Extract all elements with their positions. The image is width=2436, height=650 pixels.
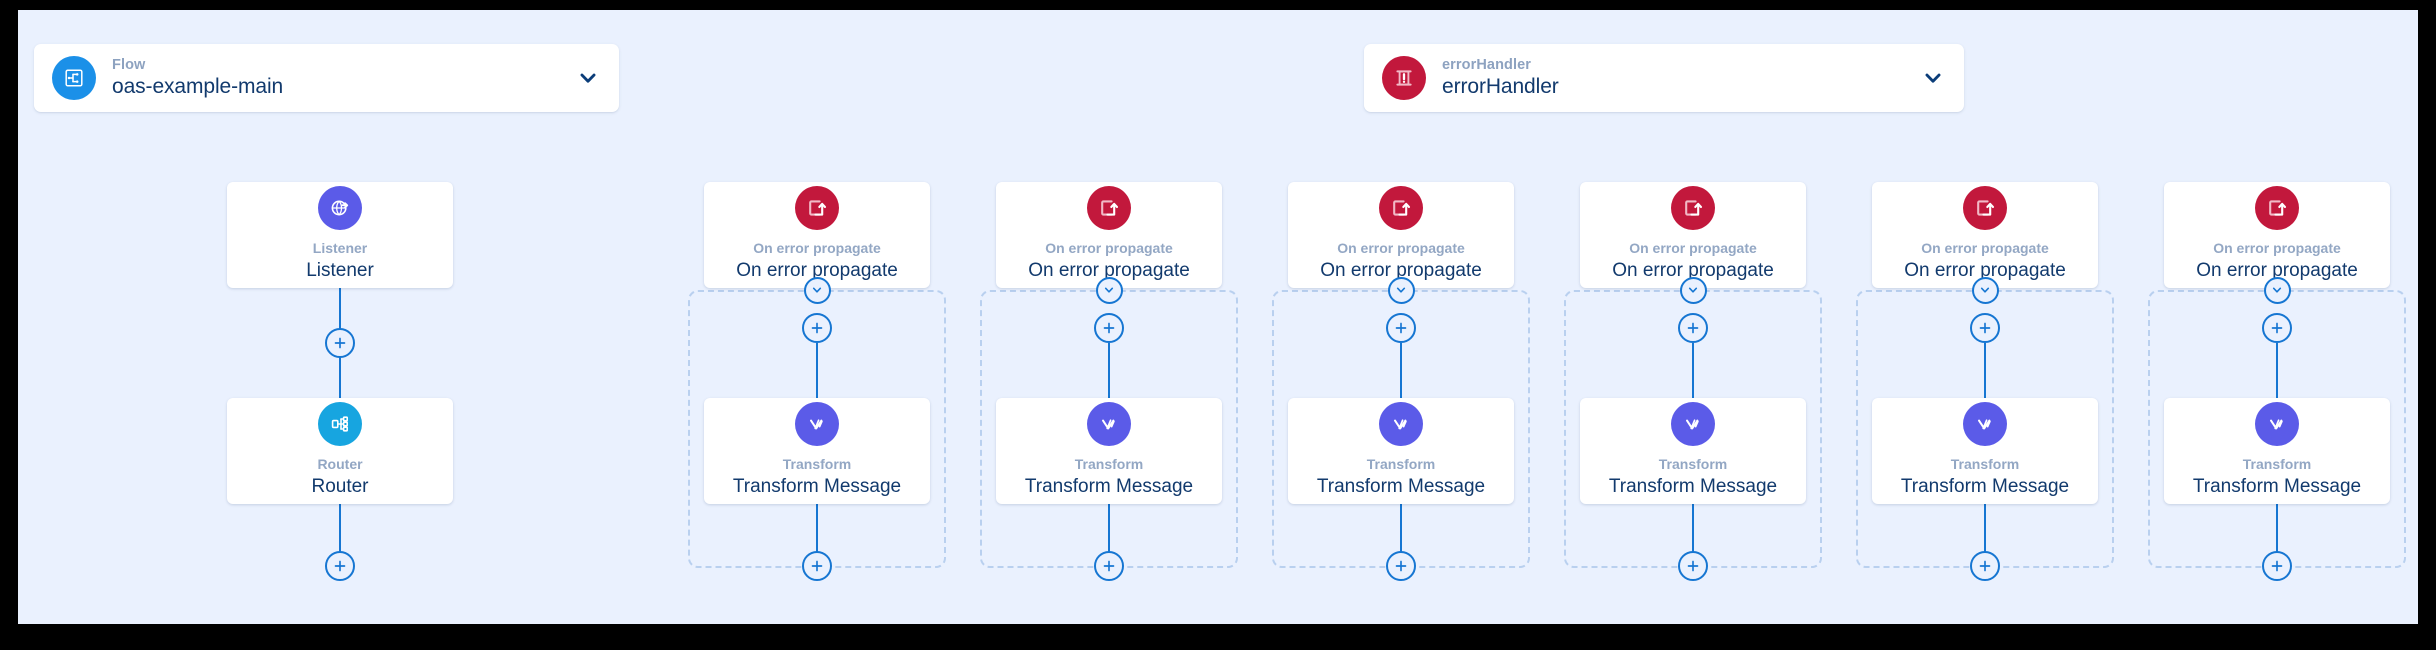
node-title: Listener: [306, 260, 374, 282]
node-card-transform-message-4[interactable]: Transform Transform Message: [1580, 398, 1806, 504]
node-kicker: Transform: [782, 456, 852, 473]
flow-designer-canvas[interactable]: Flow oas-example-main errorHandler errorHan…: [18, 10, 2418, 624]
header-kicker: errorHandler: [1442, 56, 1532, 73]
node-title: Transform Message: [2192, 476, 2362, 498]
connector-line: [1692, 343, 1694, 398]
node-title: Transform Message: [1900, 476, 2070, 498]
listener-globe-icon: [318, 186, 362, 231]
add-step-button-scope-top-2[interactable]: [1094, 313, 1124, 343]
node-card-transform-message-1[interactable]: Transform Transform Message: [704, 398, 930, 504]
connector-line: [1400, 343, 1402, 398]
header-title: oas-example-main: [112, 74, 284, 98]
node-card-transform-message-2[interactable]: Transform Transform Message: [996, 398, 1222, 504]
node-title: Transform Message: [732, 476, 902, 498]
node-card-listener[interactable]: Listener Listener: [227, 182, 453, 288]
header-text-errorHandler: errorHandler errorHandler: [1442, 56, 1559, 100]
node-kicker: Transform: [2242, 456, 2312, 473]
transform-dataweave-icon: [795, 402, 839, 447]
node-card-on-error-propagate-1[interactable]: On error propagate On error propagate: [704, 182, 930, 288]
node-title: Transform Message: [1024, 476, 1194, 498]
node-title: Transform Message: [1316, 476, 1486, 498]
add-step-button-scope-end-4[interactable]: [1678, 551, 1708, 581]
collapse-scope-button-2[interactable]: [1095, 276, 1123, 304]
collapse-scope-button-3[interactable]: [1387, 276, 1415, 304]
chevron-down-icon[interactable]: [1920, 65, 1946, 91]
node-card-on-error-propagate-5[interactable]: On error propagate On error propagate: [1872, 182, 2098, 288]
on-error-propagate-icon: [2255, 186, 2299, 231]
connector-line: [1984, 343, 1986, 398]
transform-dataweave-icon: [2255, 402, 2299, 447]
add-step-button-scope-top-6[interactable]: [2262, 313, 2292, 343]
node-kicker: Transform: [1950, 456, 2020, 473]
node-kicker: On error propagate: [1629, 240, 1757, 257]
collapse-scope-button-5[interactable]: [1971, 276, 1999, 304]
node-title: Router: [311, 476, 369, 498]
header-card-errorHandler[interactable]: errorHandler errorHandler: [1364, 44, 1964, 112]
node-card-transform-message-6[interactable]: Transform Transform Message: [2164, 398, 2390, 504]
add-step-button-scope-top-5[interactable]: [1970, 313, 2000, 343]
node-kicker: On error propagate: [2213, 240, 2341, 257]
add-step-button-scope-top-4[interactable]: [1678, 313, 1708, 343]
add-step-button-scope-end-6[interactable]: [2262, 551, 2292, 581]
on-error-propagate-icon: [1671, 186, 1715, 231]
add-step-button-scope-end-3[interactable]: [1386, 551, 1416, 581]
error-handler-icon: [1382, 56, 1426, 100]
add-step-button-router-end[interactable]: [325, 551, 355, 581]
on-error-propagate-icon: [1379, 186, 1423, 231]
node-card-on-error-propagate-4[interactable]: On error propagate On error propagate: [1580, 182, 1806, 288]
node-card-transform-message-3[interactable]: Transform Transform Message: [1288, 398, 1514, 504]
router-split-icon: [318, 402, 362, 447]
flow-icon: [52, 56, 96, 100]
add-step-button-scope-top-3[interactable]: [1386, 313, 1416, 343]
header-card-flow[interactable]: Flow oas-example-main: [34, 44, 619, 112]
transform-dataweave-icon: [1963, 402, 2007, 447]
header-kicker: Flow: [112, 56, 146, 73]
node-card-router[interactable]: Router Router: [227, 398, 453, 504]
transform-dataweave-icon: [1087, 402, 1131, 447]
node-kicker: On error propagate: [753, 240, 881, 257]
connector-line: [816, 343, 818, 398]
transform-dataweave-icon: [1379, 402, 1423, 447]
add-step-button-listener-router[interactable]: [325, 328, 355, 358]
node-kicker: Transform: [1658, 456, 1728, 473]
chevron-down-icon[interactable]: [575, 65, 601, 91]
add-step-button-scope-top-1[interactable]: [802, 313, 832, 343]
node-kicker: On error propagate: [1921, 240, 2049, 257]
collapse-scope-button-1[interactable]: [803, 276, 831, 304]
collapse-scope-button-4[interactable]: [1679, 276, 1707, 304]
header-text-flow: Flow oas-example-main: [112, 56, 283, 100]
collapse-scope-button-6[interactable]: [2263, 276, 2291, 304]
add-step-button-scope-end-2[interactable]: [1094, 551, 1124, 581]
node-kicker: Listener: [312, 240, 368, 257]
node-kicker: On error propagate: [1337, 240, 1465, 257]
node-kicker: Router: [317, 456, 363, 473]
transform-dataweave-icon: [1671, 402, 1715, 447]
node-kicker: Transform: [1366, 456, 1436, 473]
node-card-transform-message-5[interactable]: Transform Transform Message: [1872, 398, 2098, 504]
header-title: errorHandler: [1442, 74, 1559, 98]
node-kicker: Transform: [1074, 456, 1144, 473]
node-kicker: On error propagate: [1045, 240, 1173, 257]
node-title: Transform Message: [1608, 476, 1778, 498]
add-step-button-scope-end-1[interactable]: [802, 551, 832, 581]
on-error-propagate-icon: [1087, 186, 1131, 231]
node-card-on-error-propagate-3[interactable]: On error propagate On error propagate: [1288, 182, 1514, 288]
connector-line: [2276, 343, 2278, 398]
node-card-on-error-propagate-2[interactable]: On error propagate On error propagate: [996, 182, 1222, 288]
node-card-on-error-propagate-6[interactable]: On error propagate On error propagate: [2164, 182, 2390, 288]
add-step-button-scope-end-5[interactable]: [1970, 551, 2000, 581]
on-error-propagate-icon: [1963, 186, 2007, 231]
on-error-propagate-icon: [795, 186, 839, 231]
connector-line: [1108, 343, 1110, 398]
